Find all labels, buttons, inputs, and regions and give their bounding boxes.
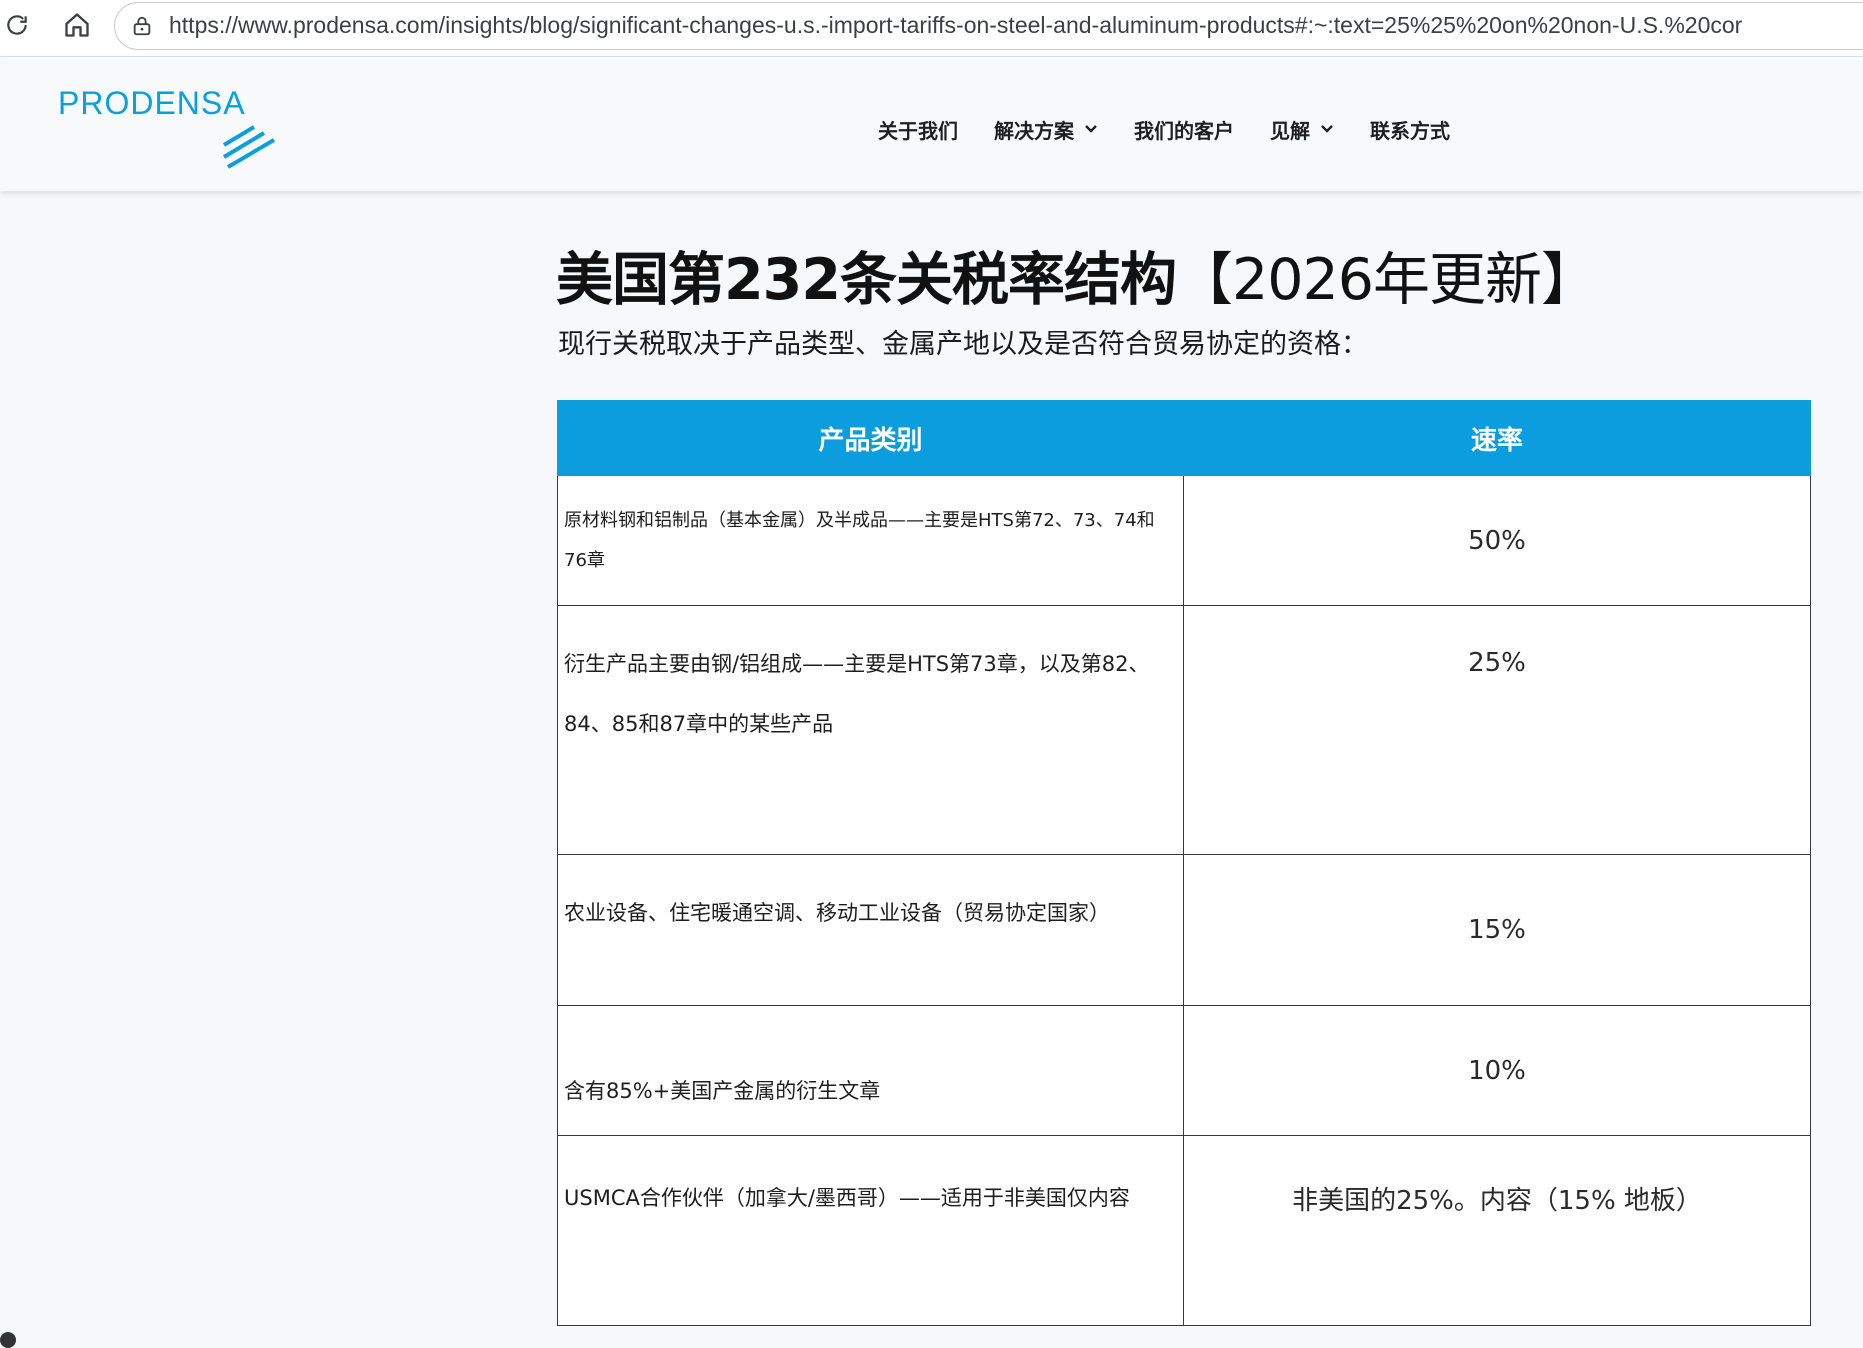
site-header: PRODENSA 关于我们 解决方案 我们的客户 见解 联系方式 <box>0 57 1863 191</box>
table-row: USMCA合作伙伴（加拿大/墨西哥）——适用于非美国仅内容 非美国的25%。内容… <box>557 1135 1811 1326</box>
page-title-main: 美国第232条关税率结构 <box>556 247 1177 314</box>
main-nav: 关于我们 解决方案 我们的客户 见解 联系方式 <box>878 109 1486 149</box>
tariff-table: 产品类别 速率 原材料钢和铝制品（基本金属）及半成品——主要是HTS第72、73… <box>557 400 1811 1326</box>
table-row: 衍生产品主要由钢/铝组成——主要是HTS第73章，以及第82、84、85和87章… <box>557 605 1811 855</box>
page-title-suffix: 【2026年更新】 <box>1175 247 1598 314</box>
rate-cell: 15% <box>1183 854 1811 1006</box>
column-header-rate: 速率 <box>1183 400 1811 476</box>
chevron-down-icon <box>1321 125 1333 133</box>
home-icon[interactable] <box>60 8 94 42</box>
logo-text: PRODENSA <box>58 85 246 121</box>
nav-insights[interactable]: 见解 <box>1270 115 1334 144</box>
rate-cell: 50% <box>1183 475 1811 606</box>
page-title: 美国第232条关税率结构【2026年更新】 <box>556 234 1598 316</box>
table-row: 农业设备、住宅暖通空调、移动工业设备（贸易协定国家） 15% <box>557 854 1811 1006</box>
rate-cell: 10% <box>1183 1005 1811 1136</box>
rate-cell: 25% <box>1183 605 1811 855</box>
page-corner-dot <box>0 1332 16 1348</box>
nav-label: 联系方式 <box>1370 118 1450 143</box>
table-row: 原材料钢和铝制品（基本金属）及半成品——主要是HTS第72、73、74和76章 … <box>557 475 1811 606</box>
category-cell: 原材料钢和铝制品（基本金属）及半成品——主要是HTS第72、73、74和76章 <box>557 475 1184 606</box>
category-cell: USMCA合作伙伴（加拿大/墨西哥）——适用于非美国仅内容 <box>557 1135 1184 1326</box>
nav-our-clients[interactable]: 我们的客户 <box>1134 115 1234 144</box>
table-row: 含有85%+美国产金属的衍生文章 10% <box>557 1005 1811 1136</box>
site-info-icon[interactable] <box>131 15 153 37</box>
nav-solutions[interactable]: 解决方案 <box>994 115 1098 144</box>
category-cell: 农业设备、住宅暖通空调、移动工业设备（贸易协定国家） <box>557 854 1184 1006</box>
logo-stripes-icon <box>222 125 276 169</box>
nav-label: 解决方案 <box>994 118 1074 143</box>
rate-cell: 非美国的25%。内容（15% 地板） <box>1183 1135 1811 1326</box>
url-text[interactable]: https://www.prodensa.com/insights/blog/s… <box>169 12 1742 39</box>
nav-about-us[interactable]: 关于我们 <box>878 115 958 144</box>
nav-label: 我们的客户 <box>1134 118 1234 143</box>
column-header-category: 产品类别 <box>557 400 1184 476</box>
prodensa-logo[interactable]: PRODENSA <box>58 85 298 169</box>
browser-toolbar: https://www.prodensa.com/insights/blog/s… <box>0 0 1863 57</box>
nav-contact[interactable]: 联系方式 <box>1370 115 1450 144</box>
table-header-row: 产品类别 速率 <box>557 400 1811 476</box>
category-cell: 含有85%+美国产金属的衍生文章 <box>557 1005 1184 1136</box>
address-bar[interactable]: https://www.prodensa.com/insights/blog/s… <box>114 2 1863 50</box>
intro-paragraph: 现行关税取决于产品类型、金属产地以及是否符合贸易协定的资格： <box>558 329 1368 360</box>
category-cell: 衍生产品主要由钢/铝组成——主要是HTS第73章，以及第82、84、85和87章… <box>557 605 1184 855</box>
nav-label: 关于我们 <box>878 118 958 143</box>
chevron-down-icon <box>1085 125 1097 133</box>
reload-icon[interactable] <box>0 8 34 42</box>
nav-label: 见解 <box>1270 118 1310 143</box>
